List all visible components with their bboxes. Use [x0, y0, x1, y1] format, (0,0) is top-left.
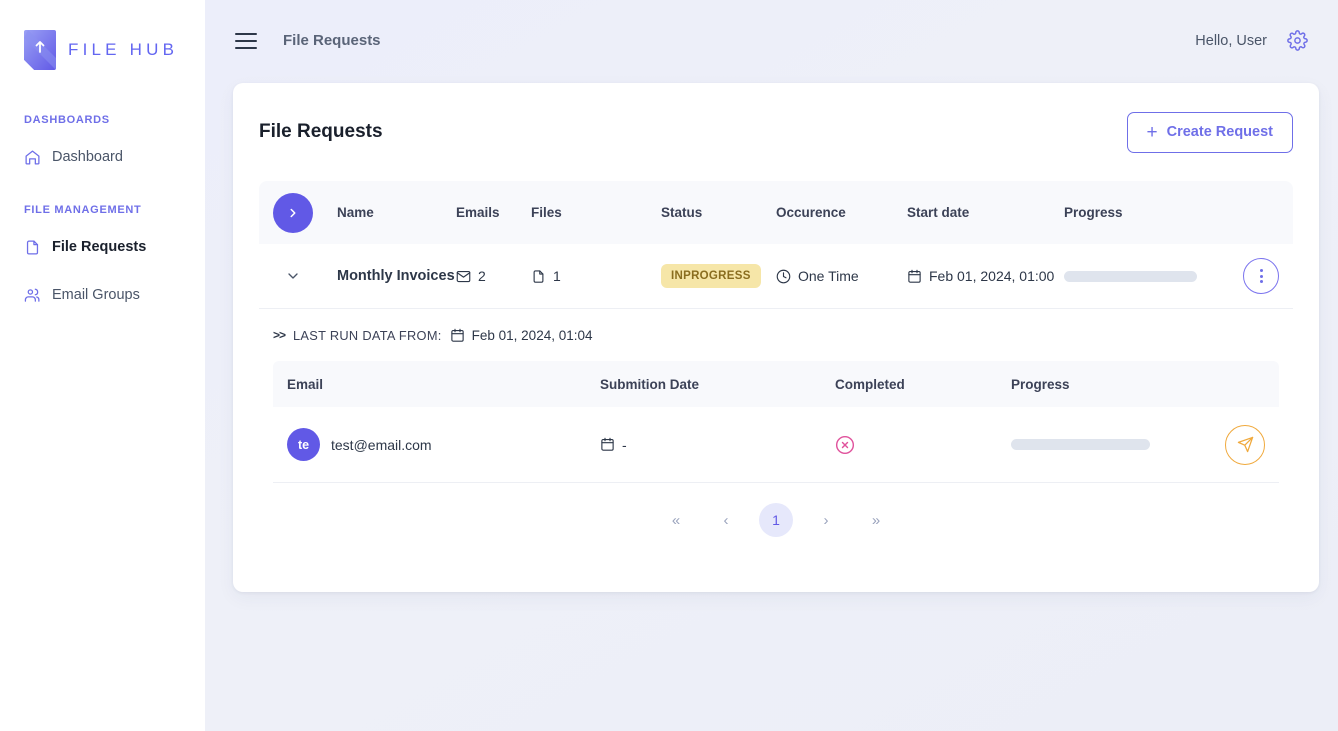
user-greeting: Hello, User: [1195, 32, 1267, 49]
calendar-icon: [600, 437, 615, 452]
column-header-submition-date: Submition Date: [600, 376, 700, 392]
card-title: File Requests: [259, 121, 383, 142]
pagination-prev-button[interactable]: ‹: [709, 503, 743, 537]
topbar: File Requests Hello, User: [205, 0, 1338, 81]
send-icon: [1237, 436, 1254, 453]
pagination-last-button[interactable]: »: [859, 503, 893, 537]
envelope-icon: [456, 269, 471, 284]
requests-table-header: Name Emails Files Status Occurence Start…: [259, 181, 1293, 244]
column-header-files: Files: [531, 205, 562, 220]
card-header: File Requests + Create Request: [259, 83, 1293, 181]
app-root: FILE HUB DASHBOARDS Dashboard FILE MANAG…: [0, 0, 1338, 731]
clock-icon: [776, 269, 791, 284]
main-area: File Requests Hello, User File Requests …: [205, 0, 1338, 731]
column-header-sub-progress: Progress: [1011, 376, 1070, 392]
column-header-start-date: Start date: [907, 205, 970, 220]
brand-logo[interactable]: FILE HUB: [0, 0, 205, 76]
sidebar-item-file-requests[interactable]: File Requests: [0, 230, 205, 264]
column-header-occurence: Occurence: [776, 205, 846, 220]
pagination-page-1[interactable]: 1: [759, 503, 793, 537]
column-header-progress: Progress: [1064, 205, 1123, 220]
x-circle-icon: [835, 435, 855, 455]
occurence-cell: One Time: [776, 268, 907, 284]
column-header-status: Status: [661, 205, 703, 220]
topbar-right: Hello, User: [1195, 30, 1308, 51]
submition-date-cell: -: [600, 437, 835, 453]
hamburger-icon[interactable]: [235, 32, 257, 49]
file-icon: [531, 269, 546, 284]
last-run-label: LAST RUN DATA FROM:: [293, 327, 442, 343]
occurence-value: One Time: [798, 268, 859, 284]
emails-count: 2: [478, 268, 486, 284]
column-header-name: Name: [337, 205, 374, 220]
last-run-date-cell: Feb 01, 2024, 01:04: [450, 328, 593, 343]
gear-icon[interactable]: [1287, 30, 1308, 51]
last-run-date: Feb 01, 2024, 01:04: [471, 327, 593, 343]
sidebar-section-dashboards: DASHBOARDS: [24, 114, 110, 126]
brand-name: FILE HUB: [68, 40, 179, 59]
submissions-table-header: Email Submition Date Completed Progress: [273, 361, 1279, 407]
column-header-emails: Emails: [456, 205, 500, 220]
page-title: File Requests: [283, 32, 381, 49]
files-count: 1: [553, 268, 561, 284]
users-icon: [24, 287, 41, 304]
submition-date-value: -: [622, 436, 627, 453]
send-request-button[interactable]: [1225, 424, 1265, 465]
sidebar-item-label: File Requests: [52, 239, 147, 255]
file-upload-logo-icon: [24, 30, 56, 70]
sidebar-section-file-management: FILE MANAGEMENT: [24, 204, 142, 216]
sidebar-item-label: Email Groups: [52, 287, 140, 303]
submission-progress-bar: [1011, 439, 1150, 450]
create-request-label: Create Request: [1166, 124, 1273, 140]
file-icon: [24, 239, 41, 256]
pagination-first-button[interactable]: «: [659, 503, 693, 537]
three-dots-icon: [1259, 268, 1263, 285]
start-date-value: Feb 01, 2024, 01:00: [929, 268, 1055, 284]
sidebar-item-label: Dashboard: [52, 149, 123, 165]
file-requests-card: File Requests + Create Request Name Emai…: [233, 83, 1319, 592]
create-request-button[interactable]: + Create Request: [1126, 111, 1293, 153]
email-address: test@email.com: [331, 436, 432, 453]
calendar-icon: [907, 269, 922, 284]
sidebar: FILE HUB DASHBOARDS Dashboard FILE MANAG…: [0, 0, 205, 731]
email-cell: te test@email.com: [287, 428, 600, 461]
request-progress-bar: [1064, 270, 1197, 282]
column-header-completed: Completed: [835, 376, 905, 392]
home-icon: [24, 149, 41, 166]
last-run-info: >> LAST RUN DATA FROM: Feb 01, 2024, 01:…: [259, 309, 1293, 361]
row-menu-button[interactable]: [1243, 258, 1279, 294]
status-badge: INPROGRESS: [661, 264, 761, 288]
table-row[interactable]: Monthly Invoices 2 1 INPROGRESS One Time…: [259, 244, 1293, 309]
expand-all-button[interactable]: [273, 192, 313, 233]
emails-count-cell: 2: [456, 268, 531, 284]
start-date-cell: Feb 01, 2024, 01:00: [907, 268, 1064, 284]
calendar-icon: [450, 328, 465, 343]
plus-icon: +: [1146, 121, 1158, 143]
pagination-next-button[interactable]: ›: [809, 503, 843, 537]
double-chevron-icon: >>: [273, 328, 286, 342]
sidebar-item-email-groups[interactable]: Email Groups: [0, 278, 205, 312]
list-item[interactable]: te test@email.com -: [273, 407, 1279, 483]
files-count-cell: 1: [531, 268, 661, 284]
sidebar-item-dashboard[interactable]: Dashboard: [0, 140, 205, 174]
request-name: Monthly Invoices: [337, 268, 455, 284]
avatar: te: [287, 428, 320, 461]
column-header-email: Email: [287, 376, 324, 392]
chevron-down-icon[interactable]: [273, 268, 313, 284]
pagination: « ‹ 1 › »: [259, 483, 1293, 557]
